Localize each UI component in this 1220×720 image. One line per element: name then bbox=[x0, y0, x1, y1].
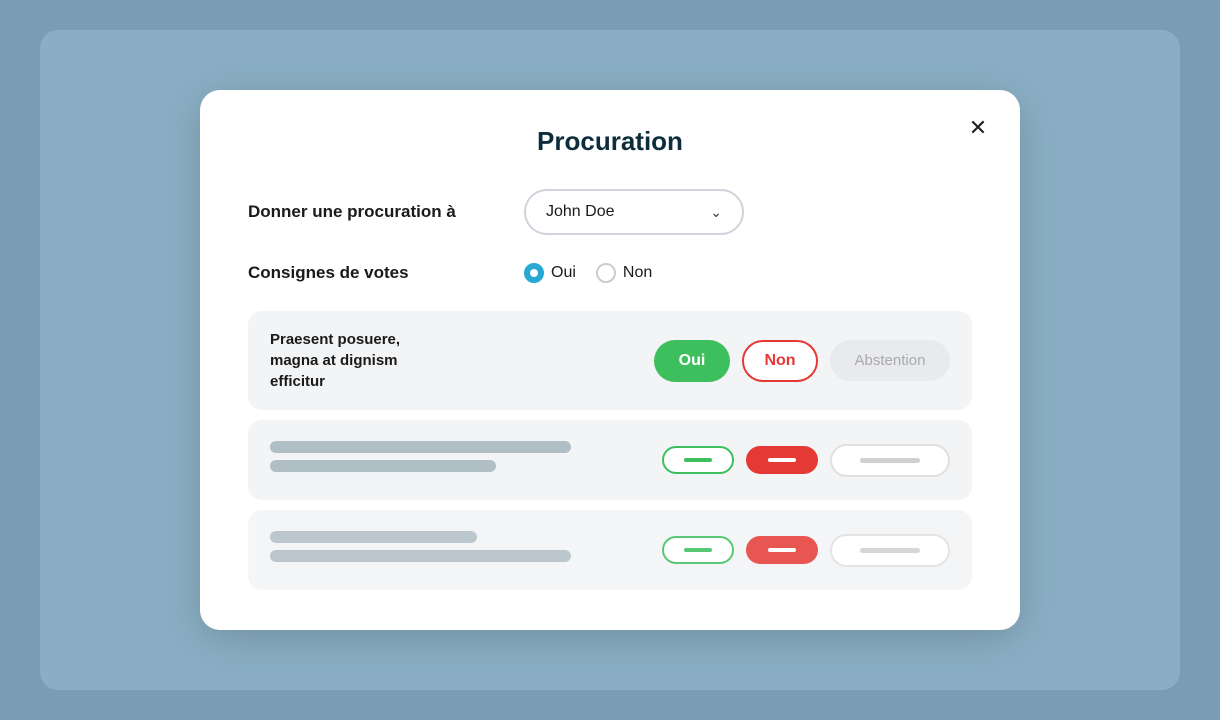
abstention-line bbox=[860, 458, 920, 463]
dash-icon bbox=[684, 458, 712, 462]
vote-non-button-2[interactable] bbox=[746, 446, 818, 474]
close-button[interactable]: ✕ bbox=[960, 110, 996, 146]
radio-oui-label: Oui bbox=[551, 264, 576, 282]
placeholder-bar bbox=[270, 441, 571, 453]
chevron-down-icon: ⌄ bbox=[710, 204, 722, 221]
vote-non-button-3[interactable] bbox=[746, 536, 818, 564]
consignes-row: Consignes de votes Oui Non bbox=[248, 263, 972, 283]
consignes-label: Consignes de votes bbox=[248, 263, 508, 283]
placeholder-bar bbox=[270, 460, 496, 472]
modal-dialog: ✕ Procuration Donner une procuration à J… bbox=[200, 90, 1020, 630]
vote-non-button-1[interactable]: Non bbox=[742, 340, 818, 382]
vote-item-3-placeholder bbox=[270, 531, 646, 569]
vote-list: Praesent posuere,magna at dignismefficit… bbox=[248, 311, 972, 590]
procuration-label: Donner une procuration à bbox=[248, 202, 508, 222]
vote-oui-button-3[interactable] bbox=[662, 536, 734, 564]
vote-abstention-button-3[interactable] bbox=[830, 534, 950, 567]
consignes-radio-group: Oui Non bbox=[524, 263, 652, 283]
procuration-row: Donner une procuration à John Doe ⌄ bbox=[248, 189, 972, 235]
vote-oui-button-2[interactable] bbox=[662, 446, 734, 474]
vote-item-2-placeholder bbox=[270, 441, 646, 479]
vote-buttons-3 bbox=[662, 534, 950, 567]
vote-buttons-1: Oui Non Abstention bbox=[654, 340, 950, 382]
placeholder-bar bbox=[270, 550, 571, 562]
vote-abstention-button-2[interactable] bbox=[830, 444, 950, 477]
vote-buttons-2 bbox=[662, 444, 950, 477]
vote-abstention-button-1[interactable]: Abstention bbox=[830, 340, 950, 381]
selected-person: John Doe bbox=[546, 203, 615, 221]
abstention-line bbox=[860, 548, 920, 553]
radio-non-circle bbox=[596, 263, 616, 283]
radio-non-label: Non bbox=[623, 264, 652, 282]
vote-item-3 bbox=[248, 510, 972, 590]
modal-title: Procuration bbox=[248, 126, 972, 157]
vote-item-1-text: Praesent posuere,magna at dignismefficit… bbox=[270, 329, 638, 392]
radio-oui-circle bbox=[524, 263, 544, 283]
dash-icon bbox=[768, 458, 796, 462]
screen-background: ✕ Procuration Donner une procuration à J… bbox=[40, 30, 1180, 690]
dash-icon bbox=[684, 548, 712, 552]
radio-non[interactable]: Non bbox=[596, 263, 652, 283]
vote-oui-button-1[interactable]: Oui bbox=[654, 340, 730, 382]
placeholder-bar bbox=[270, 531, 477, 543]
person-dropdown[interactable]: John Doe ⌄ bbox=[524, 189, 744, 235]
vote-item-1: Praesent posuere,magna at dignismefficit… bbox=[248, 311, 972, 410]
radio-oui[interactable]: Oui bbox=[524, 263, 576, 283]
dash-icon bbox=[768, 548, 796, 552]
vote-item-2 bbox=[248, 420, 972, 500]
